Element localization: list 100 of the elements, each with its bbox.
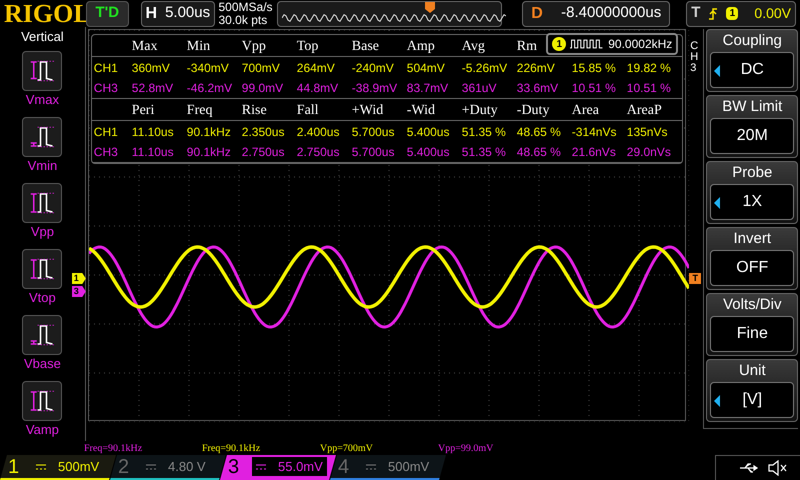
channel-label: CH3 [92, 144, 119, 161]
dc-coupling-icon [366, 464, 376, 470]
measurement-value: 10.51 % [572, 80, 617, 97]
measurement-value: 11.10us [132, 144, 175, 161]
channel-tab[interactable]: 3 55.0mV [220, 455, 336, 480]
menu-softkey[interactable]: Invert OFF [706, 227, 798, 290]
channel-number: 3 [228, 454, 240, 480]
measurement-value: -5.26mV [462, 60, 508, 76]
rising-edge-icon [708, 6, 718, 20]
menu-softkey[interactable]: Unit [V] [706, 359, 798, 422]
channel-tab[interactable]: 4 500mV [330, 455, 446, 480]
channel-tab[interactable]: 2 4.80 V [110, 455, 226, 480]
measurement-header: Min [186, 38, 210, 54]
measurement-value: 83.7mV [406, 80, 450, 97]
measurement-value: 15.85 % [572, 60, 617, 76]
trigger-level-marker[interactable]: T [689, 273, 702, 284]
measurement-value: 264mV [296, 60, 336, 76]
measurement-readout: Freq=90.1kHz [84, 442, 144, 456]
measurement-value: 11.10us [132, 124, 175, 140]
channel-scale: 55.0mV [278, 458, 323, 476]
measurement-readout: Vpp=99.0mV [438, 442, 494, 456]
measurement-header: Base [352, 38, 379, 54]
measurement-value: 5.700us [352, 124, 396, 140]
measurement-value: 5.400us [406, 144, 450, 161]
measurement-header: AreaP [626, 102, 662, 118]
measurement-header: Freq [186, 102, 212, 118]
channel-tab[interactable]: 1 500mV [0, 455, 116, 480]
memory-depth: 30.0k pts [218, 14, 268, 26]
trigger-source: 1 [726, 7, 738, 20]
channel-label: CH1 [92, 124, 119, 140]
measurement-value: 29.0nVs [626, 144, 672, 161]
measurement-value: -46.2mV [186, 80, 234, 97]
channel-number: 4 [338, 454, 350, 480]
measurement-value: 33.6mV [516, 80, 560, 97]
horizontal-scale: 5.00us [165, 3, 210, 24]
square-wave-icon [570, 38, 604, 50]
measurement-value: 51.35 % [462, 124, 507, 140]
menu-softkey[interactable]: Probe 1X [706, 161, 798, 224]
run-status: T'D [86, 0, 128, 26]
measurement-value: 5.400us [406, 124, 450, 140]
measurement-header: +Duty [462, 102, 498, 118]
channel-offset-marker[interactable]: 1 [72, 273, 86, 284]
measurement-value: 360mV [132, 60, 171, 76]
measurement-value: 10.51 % [626, 80, 672, 97]
dc-coupling-icon [36, 464, 46, 470]
measurement-value: 700mV [242, 60, 281, 76]
menu-softkey[interactable]: Volts/Div Fine [706, 293, 798, 356]
measurement-header: Fall [296, 102, 319, 118]
speaker-muted-icon [768, 460, 788, 476]
measurement-readout: Vpp=700mV [320, 442, 374, 456]
channel-scale: 500mV [58, 458, 100, 476]
channel-label: CH3 [92, 80, 119, 97]
usb-icon [740, 463, 760, 473]
menu-softkey[interactable]: Coupling DC [706, 29, 798, 92]
horizontal-label: H [146, 4, 158, 24]
measurement-header: -Duty [516, 102, 550, 118]
trigger-label: T [691, 3, 700, 24]
measurement-value: 48.65 % [516, 124, 562, 140]
measurement-header: Vpp [242, 38, 266, 54]
measurement-value: 361uV [462, 80, 498, 97]
measurement-value: 99.0mV [242, 80, 284, 97]
measurement-header: Top [296, 38, 318, 54]
measurement-value: 51.35 % [462, 144, 507, 161]
delay-value: -8.40000000us [561, 3, 662, 24]
measurement-header: Avg [462, 38, 485, 54]
measurement-value: 44.8mV [296, 80, 340, 97]
measurement-header: +Wid [352, 102, 384, 118]
measurement-value: -340mV [186, 60, 230, 76]
measurement-value: 2.750us [296, 144, 340, 161]
measurement-value: 226mV [516, 60, 556, 76]
measurement-value: 90.1kHz [186, 144, 232, 161]
measurement-value: 135nVs [626, 124, 668, 140]
left-arrow-icon [714, 65, 720, 77]
measurement-header: Area [572, 102, 599, 118]
channel-number: 2 [118, 454, 130, 480]
dc-coupling-icon [256, 464, 266, 470]
channel-scale: 500mV [388, 458, 430, 476]
channel-label: CH3 [690, 41, 700, 74]
counter-value: 90.0002kHz [608, 36, 672, 53]
menu-softkey[interactable]: BW Limit 20M [706, 95, 798, 158]
measurement-value: -314nVs [572, 124, 618, 140]
measurement-header: -Wid [406, 102, 435, 118]
dc-coupling-icon [146, 464, 156, 470]
measurement-value: 2.350us [242, 124, 286, 140]
trigger-position-icon [424, 2, 435, 12]
left-arrow-icon [714, 197, 720, 209]
left-arrow-icon [714, 395, 720, 407]
measurement-value: 2.400us [296, 124, 340, 140]
measurement-value: -38.9mV [352, 80, 398, 97]
menu-title: Vertical [21, 28, 64, 46]
sample-rate: 500MSa/s [218, 0, 273, 14]
measurement-header: Rm [516, 38, 538, 54]
measurement-value: 52.8mV [132, 80, 174, 97]
channel-offset-marker[interactable]: 3 [72, 286, 86, 297]
measurement-header: Amp [406, 38, 435, 54]
measurement-header: Peri [132, 102, 154, 118]
measurement-value: -240mV [352, 60, 395, 76]
measurement-value: 21.6nVs [572, 144, 617, 161]
counter-channel-badge: 1 [552, 37, 566, 51]
measurement-value: 90.1kHz [186, 124, 232, 140]
